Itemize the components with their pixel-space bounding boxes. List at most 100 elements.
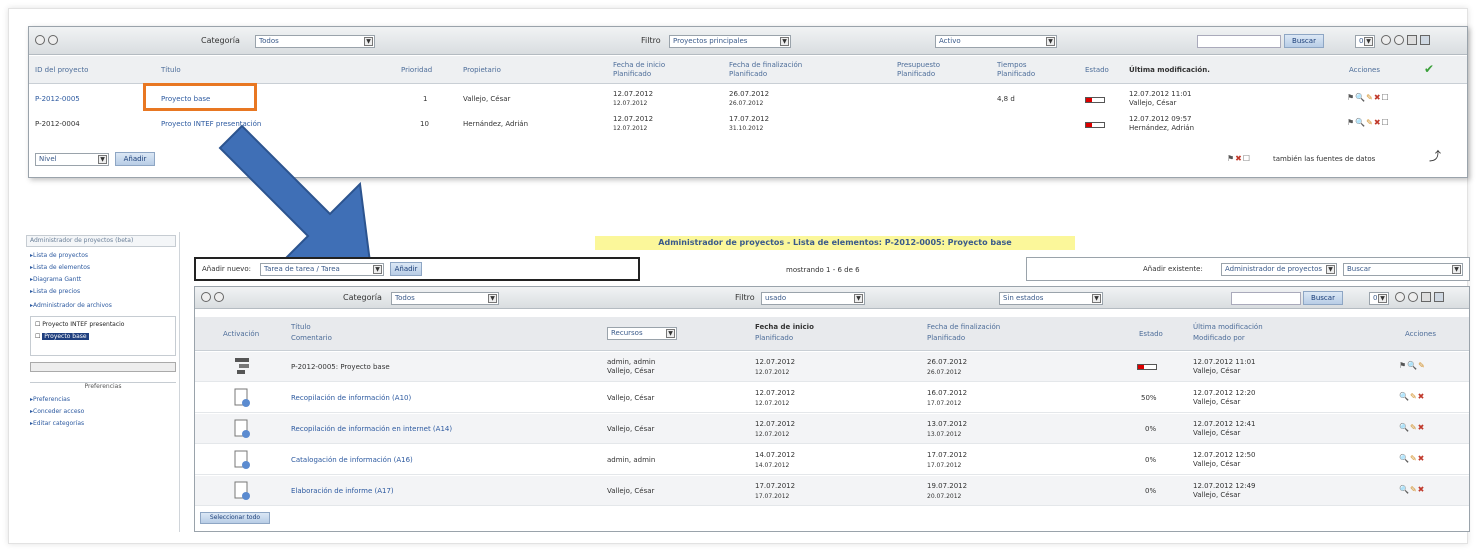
search-icon[interactable]: 🔍 <box>1355 118 1366 127</box>
col-owner[interactable]: Propietario <box>463 66 501 75</box>
col-state[interactable]: Estado <box>1139 330 1163 339</box>
search-input[interactable] <box>1231 292 1301 305</box>
select-all-button[interactable]: Seleccionar todo <box>200 512 270 524</box>
status-select[interactable]: Sin estados ▼ <box>999 292 1103 305</box>
col-title[interactable]: Título <box>161 66 181 75</box>
search-icon[interactable]: 🔍 <box>1399 392 1410 401</box>
search-icon[interactable]: 🔍 <box>1407 361 1418 370</box>
sidebar-item-prices[interactable]: Lista de precios <box>30 288 80 295</box>
filter-select[interactable]: usado ▼ <box>761 292 865 305</box>
category-select[interactable]: Todos ▼ <box>391 292 499 305</box>
refresh-circle-icon[interactable] <box>1381 35 1391 45</box>
table-row: Recopilación de información en internet … <box>195 414 1469 444</box>
sidebar-item-edit-categories[interactable]: Editar categorías <box>30 420 84 427</box>
status-select[interactable]: Activo ▼ <box>935 35 1057 48</box>
col-id[interactable]: ID del proyecto <box>35 66 88 75</box>
sidebar-item-file-manager[interactable]: Administrador de archivos <box>30 302 112 309</box>
new-item-select[interactable]: Nivel ▼ <box>35 153 109 166</box>
project-priority: 10 <box>420 120 429 128</box>
project-id[interactable]: P-2012-0004 <box>35 120 80 129</box>
export-arrow-icon[interactable]: ⤴ <box>1429 147 1441 164</box>
category-select[interactable]: Todos ▼ <box>255 35 375 48</box>
sidebar-item-grant-access[interactable]: Conceder acceso <box>30 408 84 415</box>
element-title[interactable]: Recopilación de información en internet … <box>291 425 452 434</box>
edit-icon[interactable]: ✎ <box>1366 118 1374 127</box>
edit-icon[interactable]: ✎ <box>1410 485 1418 494</box>
search-button[interactable]: Buscar <box>1284 34 1324 48</box>
edit-icon[interactable]: ✎ <box>1410 454 1418 463</box>
edit-icon[interactable]: ✎ <box>1410 423 1418 432</box>
settings-circle-icon[interactable] <box>1408 292 1418 302</box>
delete-icon[interactable]: ✖ <box>1418 454 1426 463</box>
edit-icon[interactable]: ✎ <box>1418 361 1426 370</box>
maximize-icon[interactable] <box>1434 292 1444 302</box>
check-icon[interactable]: ✔ <box>1424 62 1434 76</box>
row-actions: ⚑🔍✎✖☐ <box>1347 118 1390 127</box>
view-circle-icon[interactable] <box>214 292 224 302</box>
page-size-select[interactable]: 0 ▼ <box>1355 35 1375 48</box>
search-input[interactable] <box>1197 35 1281 48</box>
add-project-button[interactable]: Añadir <box>115 152 155 166</box>
element-title[interactable]: P-2012-0005: Proyecto base <box>291 363 390 372</box>
tree-item[interactable]: ☐ Proyecto INTEF presentacio <box>35 321 124 328</box>
maximize-icon[interactable] <box>1420 35 1430 45</box>
add-new-button[interactable]: Añadir <box>390 262 422 276</box>
col-end-date[interactable]: Fecha de finalización <box>729 61 802 70</box>
sidebar-item-element-list[interactable]: Lista de elementos <box>30 264 90 271</box>
checkbox-icon[interactable]: ☐ <box>1243 154 1251 163</box>
page-size-select[interactable]: 0 ▼ <box>1369 292 1389 305</box>
refresh-circle-icon[interactable] <box>1395 292 1405 302</box>
delete-icon[interactable]: ✖ <box>1418 485 1426 494</box>
search-icon[interactable]: 🔍 <box>1355 93 1366 102</box>
gantt-icon[interactable]: ⚑ <box>1399 361 1407 370</box>
filter-select[interactable]: Proyectos principales ▼ <box>669 35 791 48</box>
view-circle-icon[interactable] <box>201 292 211 302</box>
tree-scrollbar[interactable] <box>30 362 176 372</box>
delete-icon[interactable]: ✖ <box>1418 423 1426 432</box>
col-last-mod[interactable]: Última modificación <box>1193 323 1263 332</box>
col-title[interactable]: Título <box>291 323 311 332</box>
element-title[interactable]: Elaboración de informe (A17) <box>291 487 394 496</box>
search-icon[interactable]: 🔍 <box>1399 423 1410 432</box>
edit-icon[interactable]: ✎ <box>1410 392 1418 401</box>
export-icon[interactable] <box>1421 292 1431 302</box>
col-comment[interactable]: Comentario <box>291 334 332 343</box>
delete-icon[interactable]: ✖ <box>1374 118 1382 127</box>
add-new-select[interactable]: Tarea de tarea / Tarea ▼ <box>260 263 384 276</box>
view-circle-icon[interactable] <box>48 35 58 45</box>
add-existing-select[interactable]: Administrador de proyectos ▼ <box>1221 263 1337 276</box>
element-title[interactable]: Recopilación de información (A10) <box>291 394 411 403</box>
sidebar-item-project-list[interactable]: Lista de proyectos <box>30 252 88 259</box>
col-budget[interactable]: Presupuesto <box>897 61 940 70</box>
add-existing-search[interactable]: Buscar ▼ <box>1343 263 1463 276</box>
edit-icon[interactable]: ✎ <box>1366 93 1374 102</box>
col-time[interactable]: Tiempos <box>997 61 1027 70</box>
view-circle-icon[interactable] <box>35 35 45 45</box>
col-state[interactable]: Estado <box>1085 66 1109 75</box>
search-icon[interactable]: 🔍 <box>1399 485 1410 494</box>
project-id[interactable]: P-2012-0005 <box>35 95 80 104</box>
sidebar-item-preferences[interactable]: Preferencias <box>30 396 70 403</box>
delete-icon[interactable]: ✖ <box>1418 392 1426 401</box>
delete-icon[interactable]: ✖ <box>1374 93 1382 102</box>
gantt-icon[interactable]: ⚑ <box>1227 154 1235 163</box>
gantt-icon[interactable]: ⚑ <box>1347 93 1355 102</box>
settings-circle-icon[interactable] <box>1394 35 1404 45</box>
col-end[interactable]: Fecha de finalización <box>927 323 1000 332</box>
col-last-modified[interactable]: Última modificación. <box>1129 66 1210 75</box>
chevron-down-icon: ▼ <box>1364 37 1373 46</box>
gantt-icon[interactable]: ⚑ <box>1347 118 1355 127</box>
element-title[interactable]: Catalogación de información (A16) <box>291 456 413 465</box>
search-icon[interactable]: 🔍 <box>1399 454 1410 463</box>
col-start[interactable]: Fecha de inicio <box>755 323 814 332</box>
col-priority[interactable]: Prioridad <box>401 66 432 75</box>
resource-select[interactable]: Recursos ▼ <box>607 327 677 340</box>
checkbox-icon[interactable]: ☐ <box>1382 93 1390 102</box>
checkbox-icon[interactable]: ☐ <box>1382 118 1390 127</box>
col-start-date[interactable]: Fecha de inicio <box>613 61 665 70</box>
search-button[interactable]: Buscar <box>1303 291 1343 305</box>
export-icon[interactable] <box>1407 35 1417 45</box>
delete-icon[interactable]: ✖ <box>1235 154 1243 163</box>
sidebar-item-gantt[interactable]: Diagrama Gantt <box>30 276 81 283</box>
tree-item-selected[interactable]: ☐ Proyecto base <box>35 333 89 340</box>
